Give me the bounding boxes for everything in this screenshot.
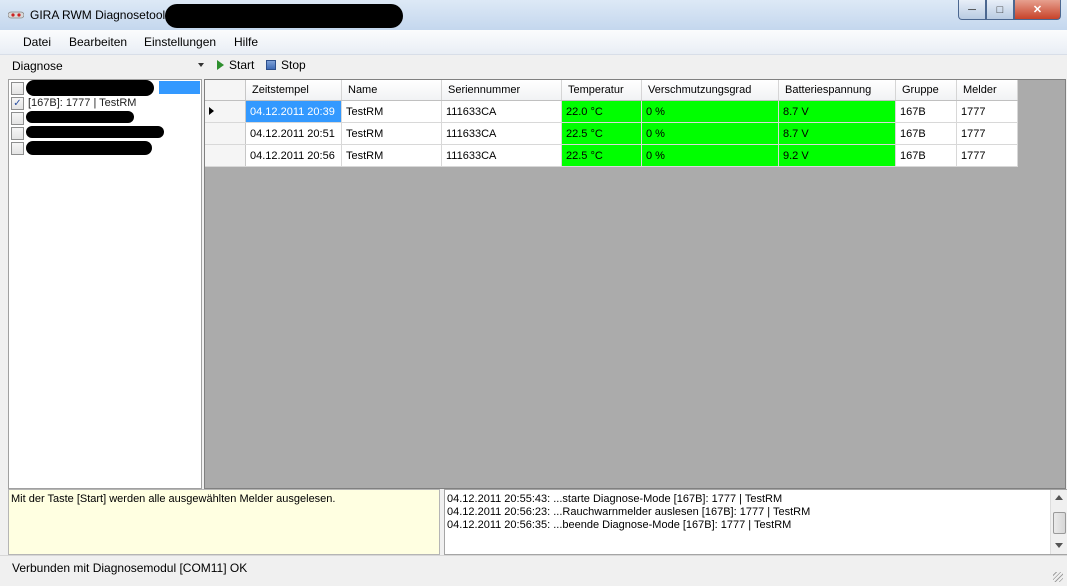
row-header[interactable]	[205, 122, 246, 145]
mode-dropdown[interactable]: Diagnose	[8, 57, 208, 75]
cell-seriennummer[interactable]: 111633CA	[441, 122, 562, 145]
row-header[interactable]	[205, 144, 246, 167]
current-row-icon	[209, 106, 214, 115]
scroll-down-icon[interactable]	[1055, 543, 1063, 548]
column-header-seriennummer[interactable]: Seriennummer	[441, 80, 562, 101]
device-checkbox[interactable]	[11, 111, 24, 125]
close-button[interactable]: ✕	[1014, 0, 1061, 20]
window-title: GIRA RWM Diagnosetool	[30, 8, 166, 22]
cell-melder[interactable]: 1777	[956, 122, 1018, 145]
start-button-label: Start	[229, 58, 255, 72]
log-line: 04.12.2011 20:55:43: ...starte Diagnose-…	[447, 493, 783, 505]
connection-status: Verbunden mit Diagnosemodul [COM11] OK	[12, 561, 248, 575]
scrollbar-thumb[interactable]	[1053, 512, 1066, 534]
minimize-button[interactable]: ─	[958, 0, 986, 20]
table-row[interactable]: 04.12.2011 20:51 TestRM 111633CA 22.5 °C…	[205, 122, 1018, 145]
device-checkbox[interactable]	[11, 81, 24, 95]
cell-batteriespannung[interactable]: 8.7 V	[778, 122, 896, 145]
table-row[interactable]: 04.12.2011 20:39 TestRM 111633CA 22.0 °C…	[205, 100, 1018, 123]
tree-selection-highlight	[159, 81, 200, 94]
device-checkbox[interactable]	[11, 126, 24, 140]
cell-verschmutzungsgrad[interactable]: 0 %	[641, 144, 779, 167]
redacted-item	[26, 80, 154, 96]
redacted-item	[26, 126, 164, 138]
redacted-item	[26, 141, 152, 155]
table-row[interactable]: 04.12.2011 20:56 TestRM 111633CA 22.5 °C…	[205, 144, 1018, 167]
cell-name[interactable]: TestRM	[341, 144, 442, 167]
play-icon	[217, 60, 224, 70]
redacted-item	[26, 111, 134, 123]
grid-corner	[205, 80, 246, 101]
log-line: 04.12.2011 20:56:23: ...Rauchwarnmelder …	[447, 506, 811, 518]
cell-gruppe[interactable]: 167B	[895, 100, 957, 123]
row-header[interactable]	[205, 100, 246, 123]
cell-melder[interactable]: 1777	[956, 100, 1018, 123]
cell-gruppe[interactable]: 167B	[895, 144, 957, 167]
log-line: 04.12.2011 20:56:35: ...beende Diagnose-…	[447, 519, 792, 531]
tree-item[interactable]	[11, 81, 24, 95]
cell-seriennummer[interactable]: 111633CA	[441, 144, 562, 167]
redacted-title-area	[165, 4, 403, 28]
menu-bearbeiten[interactable]: Bearbeiten	[69, 35, 127, 49]
cell-verschmutzungsgrad[interactable]: 0 %	[641, 100, 779, 123]
cell-zeitstempel[interactable]: 04.12.2011 20:56	[245, 144, 342, 167]
menu-datei[interactable]: Datei	[23, 35, 51, 49]
cell-verschmutzungsgrad[interactable]: 0 %	[641, 122, 779, 145]
cell-zeitstempel[interactable]: 04.12.2011 20:51	[245, 122, 342, 145]
cell-gruppe[interactable]: 167B	[895, 122, 957, 145]
scroll-up-icon[interactable]	[1055, 495, 1063, 500]
cell-name[interactable]: TestRM	[341, 100, 442, 123]
log-panel[interactable]: 04.12.2011 20:55:43: ...starte Diagnose-…	[444, 489, 1067, 555]
mode-dropdown-value: Diagnose	[12, 59, 63, 73]
cell-temperatur[interactable]: 22.5 °C	[561, 122, 642, 145]
measurement-grid: Zeitstempel Name Seriennummer Temperatur…	[204, 79, 1066, 489]
device-tree: ✓ [167B]: 1777 | TestRM	[8, 79, 202, 489]
cell-batteriespannung[interactable]: 8.7 V	[778, 100, 896, 123]
tree-item[interactable]	[11, 126, 24, 140]
tree-item-label: [167B]: 1777 | TestRM	[28, 97, 137, 109]
stop-button-label: Stop	[281, 58, 306, 72]
toolbar: Diagnose Start Stop	[0, 55, 1067, 78]
column-header-temperatur[interactable]: Temperatur	[561, 80, 642, 101]
cell-seriennummer[interactable]: 111633CA	[441, 100, 562, 123]
column-header-zeitstempel[interactable]: Zeitstempel	[245, 80, 342, 101]
resize-grip-icon[interactable]	[1053, 572, 1063, 582]
hint-panel: Mit der Taste [Start] werden alle ausgew…	[8, 489, 440, 555]
hint-text: Mit der Taste [Start] werden alle ausgew…	[11, 493, 336, 505]
cell-zeitstempel[interactable]: 04.12.2011 20:39	[245, 100, 342, 123]
cell-temperatur[interactable]: 22.0 °C	[561, 100, 642, 123]
stop-button[interactable]: Stop	[266, 58, 306, 72]
column-header-batteriespannung[interactable]: Batteriespannung	[778, 80, 896, 101]
stop-icon	[266, 60, 276, 70]
maximize-button[interactable]: □	[986, 0, 1014, 20]
device-checkbox[interactable]: ✓	[11, 96, 24, 110]
tree-item[interactable]	[11, 111, 24, 125]
menu-hilfe[interactable]: Hilfe	[234, 35, 258, 49]
measurement-table: Zeitstempel Name Seriennummer Temperatur…	[205, 80, 1018, 167]
column-header-verschmutzungsgrad[interactable]: Verschmutzungsgrad	[641, 80, 779, 101]
cell-melder[interactable]: 1777	[956, 144, 1018, 167]
title-bar: GIRA RWM Diagnosetool ─ □ ✕	[0, 0, 1067, 31]
tree-item[interactable]: ✓ [167B]: 1777 | TestRM	[11, 96, 136, 110]
log-scrollbar[interactable]	[1050, 490, 1067, 554]
app-logo-icon	[8, 11, 24, 19]
cell-temperatur[interactable]: 22.5 °C	[561, 144, 642, 167]
cell-batteriespannung[interactable]: 9.2 V	[778, 144, 896, 167]
status-bar: Verbunden mit Diagnosemodul [COM11] OK	[0, 555, 1067, 586]
menu-bar: Datei Bearbeiten Einstellungen Hilfe	[0, 30, 1067, 55]
tree-item[interactable]	[11, 141, 24, 155]
column-header-gruppe[interactable]: Gruppe	[895, 80, 957, 101]
cell-name[interactable]: TestRM	[341, 122, 442, 145]
start-button[interactable]: Start	[217, 58, 254, 72]
device-checkbox[interactable]	[11, 141, 24, 155]
column-header-melder[interactable]: Melder	[956, 80, 1018, 101]
column-header-name[interactable]: Name	[341, 80, 442, 101]
chevron-down-icon	[198, 63, 204, 67]
menu-einstellungen[interactable]: Einstellungen	[144, 35, 216, 49]
